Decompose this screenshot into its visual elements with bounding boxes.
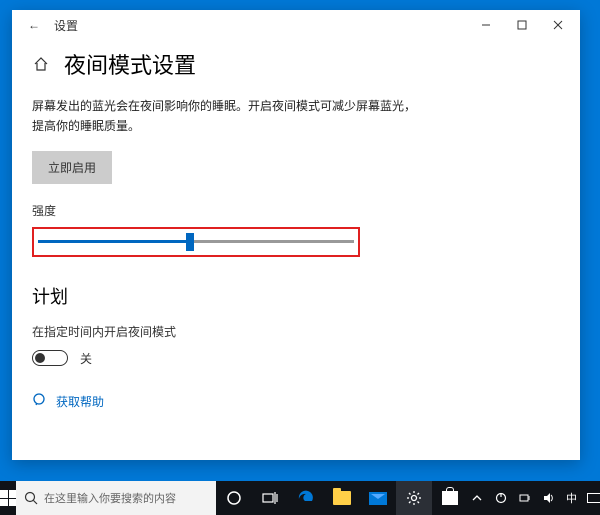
task-view-icon[interactable]	[252, 481, 288, 515]
intensity-slider[interactable]	[38, 234, 354, 250]
schedule-section-title: 计划	[32, 283, 560, 309]
close-button[interactable]	[540, 10, 576, 40]
settings-window: ← 设置 夜间模式设置 屏幕发出的蓝光会在夜间影响你的睡眠。开启夜间模式可减少屏…	[12, 10, 580, 460]
power-icon[interactable]	[492, 481, 510, 515]
settings-taskbar-icon[interactable]	[396, 481, 432, 515]
task-icons	[216, 481, 468, 515]
edge-icon[interactable]	[288, 481, 324, 515]
help-link-text: 获取帮助	[56, 393, 104, 410]
schedule-description: 在指定时间内开启夜间模式	[32, 323, 560, 340]
taskbar-search[interactable]: 在这里输入你要搜索的内容	[16, 481, 216, 515]
toggle-state-text: 关	[80, 350, 92, 367]
slider-thumb[interactable]	[186, 233, 194, 251]
minimize-button[interactable]	[468, 10, 504, 40]
schedule-toggle-row: 关	[32, 350, 560, 367]
content-area: 夜间模式设置 屏幕发出的蓝光会在夜间影响你的睡眠。开启夜间模式可减少屏幕蓝光， …	[12, 40, 580, 430]
search-placeholder: 在这里输入你要搜索的内容	[44, 490, 176, 506]
tray-chevron-up-icon[interactable]	[468, 481, 486, 515]
network-icon[interactable]	[516, 481, 534, 515]
chat-icon	[32, 393, 46, 410]
taskbar: 在这里输入你要搜索的内容	[0, 481, 600, 515]
window-title: 设置	[54, 17, 78, 34]
home-icon[interactable]	[32, 55, 50, 73]
schedule-toggle[interactable]	[32, 350, 68, 366]
intensity-slider-highlight	[32, 227, 360, 257]
maximize-icon	[517, 20, 527, 30]
system-tray: 中 20	[468, 481, 600, 515]
page-title: 夜间模式设置	[64, 48, 196, 80]
cortana-icon[interactable]	[216, 481, 252, 515]
arrow-left-icon: ←	[28, 18, 40, 32]
enable-now-button[interactable]: 立即启用	[32, 151, 112, 184]
page-header: 夜间模式设置	[32, 48, 560, 80]
get-help-link[interactable]: 获取帮助	[32, 393, 560, 410]
slider-fill	[38, 240, 190, 243]
search-icon	[24, 491, 38, 505]
ime-indicator[interactable]: 中	[564, 490, 579, 506]
toggle-knob	[35, 353, 45, 363]
volume-icon[interactable]	[540, 481, 558, 515]
file-explorer-icon[interactable]	[324, 481, 360, 515]
store-icon[interactable]	[432, 481, 468, 515]
back-button[interactable]: ←	[24, 18, 44, 32]
titlebar: ← 设置	[12, 10, 580, 40]
start-button[interactable]	[0, 481, 16, 515]
minimize-icon	[481, 20, 491, 30]
windows-icon	[0, 490, 16, 506]
maximize-button[interactable]	[504, 10, 540, 40]
description-text: 屏幕发出的蓝光会在夜间影响你的睡眠。开启夜间模式可减少屏幕蓝光， 提高你的睡眠质…	[32, 96, 560, 137]
mail-icon[interactable]	[360, 481, 396, 515]
close-icon	[553, 20, 563, 30]
ime-keyboard-icon[interactable]	[585, 481, 600, 515]
intensity-label: 强度	[32, 202, 560, 219]
